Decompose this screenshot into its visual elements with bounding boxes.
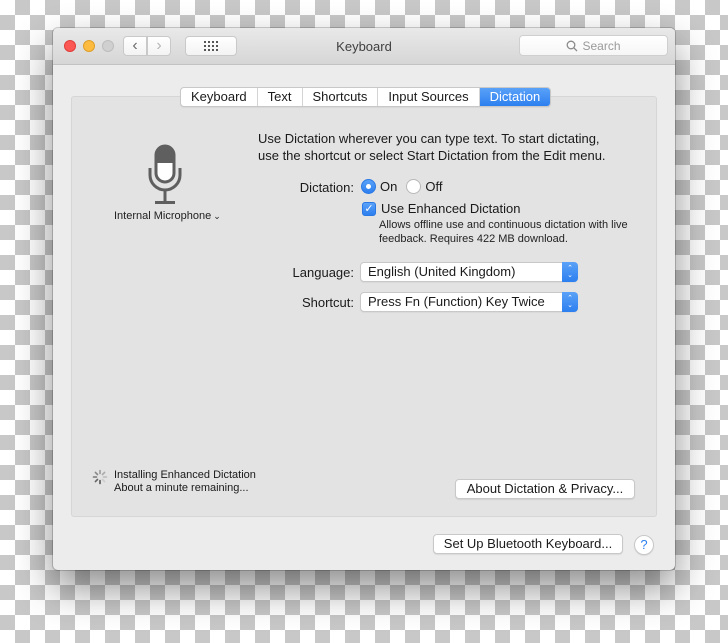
radio-off[interactable] — [406, 179, 422, 194]
enhanced-dictation-label[interactable]: Use Enhanced Dictation — [381, 201, 520, 216]
language-popup[interactable]: English (United Kingdom) ⌃ ⌄ — [360, 262, 578, 282]
install-status: Installing Enhanced Dictation About a mi… — [114, 469, 256, 495]
tab-dictation[interactable]: Dictation — [479, 88, 551, 106]
chevron-down-icon: ⌄ — [213, 211, 221, 221]
install-status-title: Installing Enhanced Dictation — [114, 469, 256, 481]
dictation-label: Dictation: — [299, 180, 354, 195]
tab-keyboard[interactable]: Keyboard — [181, 88, 258, 106]
preferences-window: ‹ › Keyboard Search Keyboard Text Shortc… — [53, 28, 675, 570]
search-icon — [567, 40, 578, 51]
microphone-source-label: Internal Microphone — [114, 210, 212, 222]
help-button[interactable]: ? — [634, 535, 654, 555]
dictation-intro: Use Dictation wherever you can type text… — [258, 131, 606, 163]
radio-on-label[interactable]: On — [380, 179, 397, 194]
enhanced-dictation-description: Allows offline use and continuous dictat… — [379, 219, 628, 245]
language-label: Language: — [292, 265, 354, 280]
install-status-remaining: About a minute remaining... — [114, 482, 249, 494]
tab-shortcuts[interactable]: Shortcuts — [303, 88, 379, 106]
microphone-source-menu[interactable]: Internal Microphone ⌄ — [114, 210, 221, 222]
radio-on[interactable] — [361, 179, 376, 194]
language-value: English (United Kingdom) — [368, 264, 516, 279]
search-field[interactable]: Search — [519, 35, 668, 56]
search-placeholder: Search — [582, 38, 621, 53]
tab-input-sources[interactable]: Input Sources — [378, 88, 480, 106]
setup-bluetooth-keyboard-button[interactable]: Set Up Bluetooth Keyboard... — [433, 534, 623, 554]
help-icon: ? — [640, 537, 648, 552]
dictation-radio-group: On Off — [361, 179, 442, 194]
about-dictation-privacy-button[interactable]: About Dictation & Privacy... — [455, 479, 635, 499]
enhanced-dictation-checkbox[interactable]: ✓ — [362, 201, 376, 216]
progress-spinner-icon — [92, 469, 108, 485]
tab-text[interactable]: Text — [258, 88, 303, 106]
shortcut-label: Shortcut: — [301, 295, 354, 310]
tab-bar: Keyboard Text Shortcuts Input Sources Di… — [180, 87, 552, 107]
updown-chevron-icon: ⌃ ⌄ — [562, 262, 578, 282]
microphone-icon — [148, 144, 182, 204]
shortcut-value: Press Fn (Function) Key Twice — [368, 294, 545, 309]
title-bar: ‹ › Keyboard Search — [53, 28, 675, 65]
enhanced-dictation-row: ✓ Use Enhanced Dictation — [362, 201, 520, 216]
radio-off-label[interactable]: Off — [425, 179, 442, 194]
updown-chevron-icon: ⌃ ⌄ — [562, 292, 578, 312]
shortcut-popup[interactable]: Press Fn (Function) Key Twice ⌃ ⌄ — [360, 292, 578, 312]
